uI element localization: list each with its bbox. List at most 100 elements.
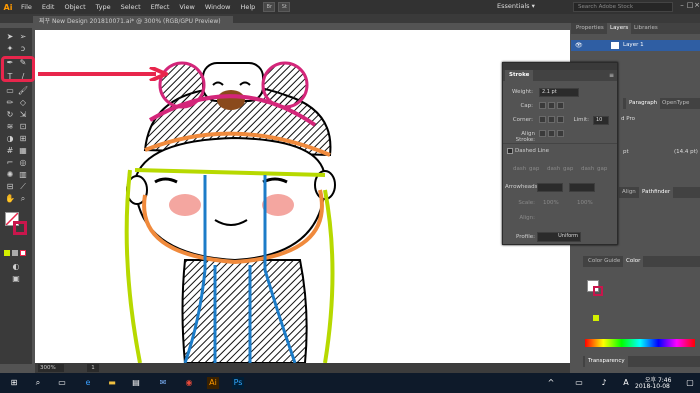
graph-tool-icon[interactable]: ▥ xyxy=(17,170,29,180)
stock-button[interactable]: St xyxy=(278,2,291,12)
screen-mode-icon[interactable]: ▣ xyxy=(10,274,22,284)
gradient-icon[interactable]: ▦ xyxy=(17,146,29,156)
store-icon[interactable]: ▤ xyxy=(130,377,142,389)
color-stroke-swatch[interactable] xyxy=(593,286,603,296)
weight-field[interactable]: 2.1 pt xyxy=(539,88,579,97)
stroke-swatch[interactable] xyxy=(13,221,27,235)
drawing-mode-icon[interactable]: ◐ xyxy=(10,262,22,272)
last-color-swatch[interactable] xyxy=(593,315,599,321)
hand-tool-icon[interactable]: ✋ xyxy=(4,194,16,204)
stroke-panel-title[interactable]: Stroke xyxy=(505,70,534,81)
align-center-icon[interactable] xyxy=(539,130,546,137)
pencil-icon[interactable]: ✏ xyxy=(4,98,16,108)
artboard-tool-icon[interactable]: ⊟ xyxy=(4,182,16,192)
ime-icon[interactable]: A xyxy=(620,377,632,389)
magic-wand-icon[interactable]: ✦ xyxy=(4,44,16,54)
stroke-panel-header[interactable] xyxy=(503,63,617,70)
round-cap-icon[interactable] xyxy=(548,102,555,109)
menu-type[interactable]: Type xyxy=(91,0,116,14)
align-outside-icon[interactable] xyxy=(557,130,564,137)
zoom-tool-icon[interactable]: ⌕ xyxy=(17,194,29,204)
color-mode-icon[interactable] xyxy=(4,250,10,256)
tab-color-guide[interactable]: Color Guide xyxy=(585,256,623,267)
square-cap-icon[interactable] xyxy=(557,102,564,109)
close-icon[interactable]: × xyxy=(693,1,700,13)
direct-selection-tool-icon[interactable]: ➢ xyxy=(17,32,29,42)
file-explorer-icon[interactable]: ▬ xyxy=(106,377,118,389)
blend-icon[interactable]: ◎ xyxy=(17,158,29,168)
width-tool-icon[interactable]: ≋ xyxy=(4,122,16,132)
color-spectrum[interactable] xyxy=(585,339,695,347)
layer-row[interactable]: 👁 Layer 1 xyxy=(571,40,700,51)
zoom-level[interactable]: 300% xyxy=(38,364,64,372)
tab-opentype[interactable]: OpenType xyxy=(659,98,692,109)
edge-icon[interactable]: e xyxy=(82,377,94,389)
start-arrowhead-select[interactable] xyxy=(537,183,563,192)
lasso-icon[interactable]: ↄ xyxy=(17,44,29,54)
mesh-icon[interactable]: # xyxy=(4,146,16,156)
end-arrowhead-select[interactable] xyxy=(569,183,595,192)
menu-help[interactable]: Help xyxy=(235,0,260,14)
tab-color[interactable]: Color xyxy=(623,256,644,267)
tab-transparency[interactable]: Transparency xyxy=(585,356,628,367)
bevel-join-icon[interactable] xyxy=(557,116,564,123)
menu-object[interactable]: Object xyxy=(59,0,90,14)
menu-file[interactable]: File xyxy=(16,0,37,14)
butt-cap-icon[interactable] xyxy=(539,102,546,109)
minimize-icon[interactable]: – xyxy=(678,1,686,13)
dashed-line-checkbox[interactable] xyxy=(507,148,513,154)
menu-view[interactable]: View xyxy=(174,0,199,14)
free-transform-icon[interactable]: ⊡ xyxy=(17,122,29,132)
workspace-switcher[interactable]: Essentials ▾ xyxy=(497,2,535,10)
tab-properties[interactable]: Properties xyxy=(573,23,607,34)
clock-date[interactable]: 2018-10-08 xyxy=(635,383,670,390)
selection-tool-icon[interactable]: ➤ xyxy=(4,32,16,42)
search-stock-input[interactable]: Search Adobe Stock xyxy=(573,2,673,12)
layer-name[interactable]: Layer 1 xyxy=(623,40,644,51)
task-view-icon[interactable]: ▭ xyxy=(56,377,68,389)
round-join-icon[interactable] xyxy=(548,116,555,123)
illustrator-taskbar-icon[interactable]: Ai xyxy=(207,377,219,389)
tab-align[interactable]: Align xyxy=(619,187,639,198)
start-scale-value[interactable]: 100% xyxy=(543,200,559,206)
eyedropper-icon[interactable]: ⌐ xyxy=(4,158,16,168)
end-scale-value[interactable]: 100% xyxy=(577,200,593,206)
menu-effect[interactable]: Effect xyxy=(146,0,175,14)
shape-builder-icon[interactable]: ◑ xyxy=(4,134,16,144)
tab-layers[interactable]: Layers xyxy=(607,23,632,34)
windows-start-icon[interactable]: ⊞ xyxy=(8,377,20,389)
menu-window[interactable]: Window xyxy=(200,0,236,14)
leading-field[interactable]: (14.4 pt) xyxy=(674,149,698,155)
artboard-number[interactable]: 1 xyxy=(87,364,99,372)
paintbrush-icon[interactable]: 🖌 xyxy=(17,86,29,96)
bridge-button[interactable]: Br xyxy=(263,2,276,12)
slice-tool-icon[interactable]: ⟋ xyxy=(17,182,29,192)
chrome-icon[interactable]: ◉ xyxy=(183,377,195,389)
none-mode-icon[interactable] xyxy=(20,250,26,256)
photoshop-taskbar-icon[interactable]: Ps xyxy=(232,377,244,389)
tab-paragraph[interactable]: Paragraph xyxy=(626,98,661,109)
network-icon[interactable]: ▭ xyxy=(573,377,585,389)
miter-join-icon[interactable] xyxy=(539,116,546,123)
volume-icon[interactable]: ♪ xyxy=(598,377,610,389)
font-family-field[interactable]: d Pro xyxy=(621,116,635,122)
notification-icon[interactable]: ▢ xyxy=(684,377,696,389)
tab-libraries[interactable]: Libraries xyxy=(631,23,661,34)
tray-chevron-icon[interactable]: ^ xyxy=(545,377,557,389)
align-inside-icon[interactable] xyxy=(548,130,555,137)
mail-icon[interactable]: ✉ xyxy=(157,377,169,389)
eraser-icon[interactable]: ◇ xyxy=(17,98,29,108)
perspective-grid-icon[interactable]: ⊞ xyxy=(17,134,29,144)
rectangle-tool-icon[interactable]: ▭ xyxy=(4,86,16,96)
rotate-icon[interactable]: ↻ xyxy=(4,110,16,120)
profile-select[interactable]: Uniform xyxy=(537,232,581,242)
symbol-sprayer-icon[interactable]: ✺ xyxy=(4,170,16,180)
visibility-eye-icon[interactable]: 👁 xyxy=(575,40,583,51)
panel-menu-icon[interactable]: ≡ xyxy=(609,70,614,81)
menu-edit[interactable]: Edit xyxy=(37,0,60,14)
tab-pathfinder[interactable]: Pathfinder xyxy=(639,187,674,198)
search-icon[interactable]: ⌕ xyxy=(32,377,44,389)
menu-select[interactable]: Select xyxy=(116,0,146,14)
gradient-mode-icon[interactable] xyxy=(12,250,18,256)
limit-field[interactable]: 10 xyxy=(593,116,609,125)
